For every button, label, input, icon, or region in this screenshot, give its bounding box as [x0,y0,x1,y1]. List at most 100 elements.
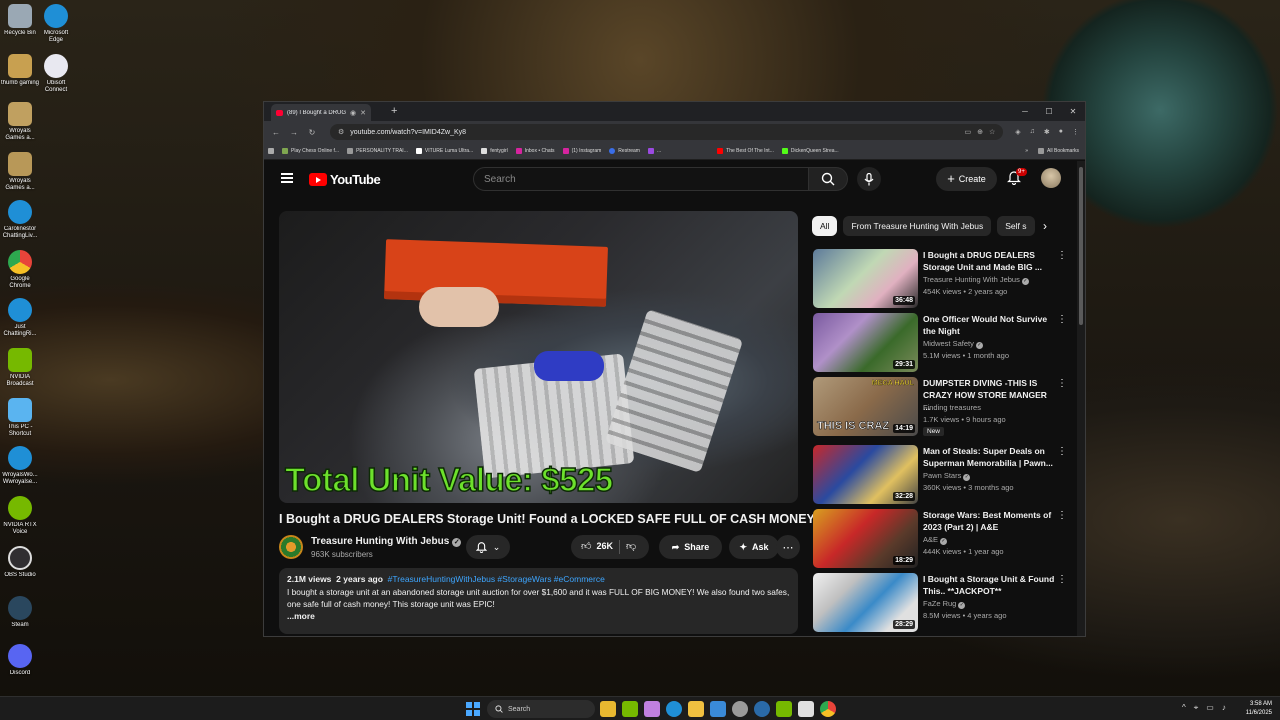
forward-icon[interactable]: → [288,128,300,137]
profile-icon[interactable]: ● [1059,128,1063,136]
desktop-icon-nvidia-broadcast[interactable]: NVIDIA Broadcast [0,348,40,388]
more-actions-button[interactable]: ⋯ [776,535,800,559]
taskbar-search[interactable]: Search [487,700,595,718]
more-vertical-icon[interactable]: ⋮ [1057,446,1067,457]
desktop-icon-steam[interactable]: Steam [0,596,40,629]
bookmark-item[interactable]: fentygirl [481,148,508,154]
bookmark-item[interactable]: (1) Instagram [562,148,601,154]
new-tab-icon[interactable]: + [391,105,397,117]
more-vertical-icon[interactable]: ⋮ [1057,250,1067,261]
bookmark-item[interactable]: Play Chess Online f... [282,148,339,154]
search-button[interactable] [809,167,848,191]
recommendation-item[interactable]: 32:28 Man of Steals: Super Deals on Supe… [813,445,1073,509]
desktop-icon-rtx-voice[interactable]: NVIDIA RTX Voice [0,496,40,536]
video-thumbnail[interactable]: MEGA HAUL THIS IS CRAZ 14:19 [813,377,918,436]
bookmark-item[interactable]: Restream [609,148,640,154]
steam-icon[interactable] [754,701,770,717]
video-thumbnail[interactable]: 32:28 [813,445,918,504]
desktop-icon-obs[interactable]: OBS Studio [0,546,40,579]
store-icon[interactable] [710,701,726,717]
reload-icon[interactable]: ↻ [306,128,318,137]
headset-icon[interactable] [622,701,638,717]
chip-self[interactable]: Self s [997,216,1035,236]
more-vertical-icon[interactable]: ⋮ [1057,378,1067,389]
video-thumbnail[interactable]: 28:29 [813,573,918,632]
cast-icon[interactable]: ▭ [964,128,971,136]
windows-start-icon[interactable] [466,702,480,716]
desktop-icon-thumb-gaming[interactable]: thumb gaming [0,54,40,87]
capcut-icon[interactable] [798,701,814,717]
desktop-icon-wroyals-1[interactable]: Wroyals Games a... [0,102,40,142]
channel-avatar[interactable] [279,535,303,559]
extensions-puzzle-icon[interactable]: ✱ [1044,128,1050,136]
volume-icon[interactable]: ♪ [1222,703,1226,713]
bookmark-item[interactable]: PERSONALITY TRAI... [347,148,408,154]
minimize-icon[interactable]: ─ [1013,102,1037,121]
desktop-icon-edge[interactable]: Microsoft Edge [36,4,76,44]
location-icon[interactable]: ⌖ [1194,703,1199,713]
scrollbar-thumb[interactable] [1079,167,1083,325]
address-bar[interactable]: ⚙ youtube.com/watch?v=IMID4Zw_Ky8 ▭ ⊕ ☆ [330,124,1004,140]
zoom-icon[interactable]: ⊕ [977,128,983,136]
all-bookmarks-button[interactable]: All Bookmarks [1038,148,1079,154]
dislike-button[interactable]: 👎︎ [626,540,636,552]
bookmarks-overflow-icon[interactable]: » [1025,148,1028,154]
video-player[interactable]: Total Unit Value: $525 [279,211,798,503]
show-more-link[interactable]: ...more [287,611,790,621]
bookmark-item[interactable]: DickenQueen Strea... [781,148,839,154]
copilot-icon[interactable] [644,701,660,717]
taskbar-clock[interactable]: 3:58 AM 11/6/2025 [1240,700,1272,718]
recommendation-item[interactable]: 18:29 Storage Wars: Best Moments of 2023… [813,509,1073,573]
nvidia-icon[interactable] [776,701,792,717]
subscribed-notifications-button[interactable]: ⌄ [466,535,510,559]
chip-all[interactable]: All [812,216,838,236]
video-thumbnail[interactable]: 36:48 [813,249,918,308]
voice-search-button[interactable] [857,167,881,191]
like-button[interactable]: 👍︎ 26K [581,540,613,552]
recommendation-item[interactable]: 28:29 I Bought a Storage Unit & Found Th… [813,573,1073,636]
more-vertical-icon[interactable]: ⋮ [1057,314,1067,325]
chrome-icon[interactable] [820,701,836,717]
bookmark-item[interactable]: Inbox • Chats [515,148,555,154]
page-scrollbar[interactable] [1077,161,1085,636]
network-icon[interactable]: ▭ [1206,703,1214,713]
hashtags[interactable]: #TreasureHuntingWithJebus #StorageWars #… [388,574,605,584]
extension-icon[interactable]: ◈ [1015,128,1020,136]
media-icon[interactable]: ♫ [1030,128,1035,136]
more-vertical-icon[interactable]: ⋮ [1057,574,1067,585]
maximize-icon[interactable]: ☐ [1037,102,1061,121]
more-vertical-icon[interactable]: ⋮ [1057,510,1067,521]
video-thumbnail[interactable]: 18:29 [813,509,918,568]
edge-icon[interactable] [666,701,682,717]
menu-kebab-icon[interactable]: ⋮ [1072,128,1079,136]
desktop-icon-carolinestor[interactable]: Carolinestor ChattingLiv... [0,200,40,240]
desktop-icon-wroyalswo[interactable]: WroyalsWo... Wwroyalse... [0,446,40,486]
youtube-logo[interactable]: YouTube [309,172,381,187]
apps-grid-icon[interactable] [268,148,274,154]
hamburger-menu-icon[interactable] [281,173,293,183]
bookmark-item[interactable]: ... [647,148,661,154]
recommendation-item[interactable]: 36:48 I Bought a DRUG DEALERS Storage Un… [813,249,1073,313]
browser-tab-youtube[interactable]: (89) I Bought a DRUG DEAL ◉ ✕ [271,104,371,121]
folder-icon[interactable] [688,701,704,717]
desktop-icon-ubisoft[interactable]: Ubisoft Connect [36,54,76,94]
tab-close-icon[interactable]: ✕ [360,109,366,117]
chip-from-channel[interactable]: From Treasure Hunting With Jebus [843,216,992,236]
desktop-icon-wroyals-2[interactable]: Wroyals Games a... [0,152,40,192]
share-button[interactable]: ➦ Share [659,535,722,559]
desktop-icon-chrome[interactable]: Google Chrome [0,250,40,290]
close-window-icon[interactable]: ✕ [1061,102,1085,121]
desktop-icon-this-pc[interactable]: This PC - Shortcut [0,398,40,438]
recommendation-item[interactable]: 29:31 One Officer Would Not Survive the … [813,313,1073,377]
channel-name-wrap[interactable]: Treasure Hunting With Jebus ✓ [311,536,462,547]
ask-button[interactable]: ✦ Ask [729,535,779,559]
description-box[interactable]: 2.1M views 2 years ago #TreasureHuntingW… [279,568,798,634]
back-icon[interactable]: ← [270,128,282,137]
tab-audio-icon[interactable]: ◉ [350,109,356,117]
desktop-icon-recycle-bin[interactable]: Recycle Bin [0,4,40,37]
bookmark-star-icon[interactable]: ☆ [989,128,995,136]
desktop-icon-just-chatting[interactable]: Just ChattingRi... [0,298,40,338]
settings-icon[interactable] [732,701,748,717]
file-explorer-icon[interactable] [600,701,616,717]
recommendation-item[interactable]: MEGA HAUL THIS IS CRAZ 14:19 DUMPSTER DI… [813,377,1073,445]
